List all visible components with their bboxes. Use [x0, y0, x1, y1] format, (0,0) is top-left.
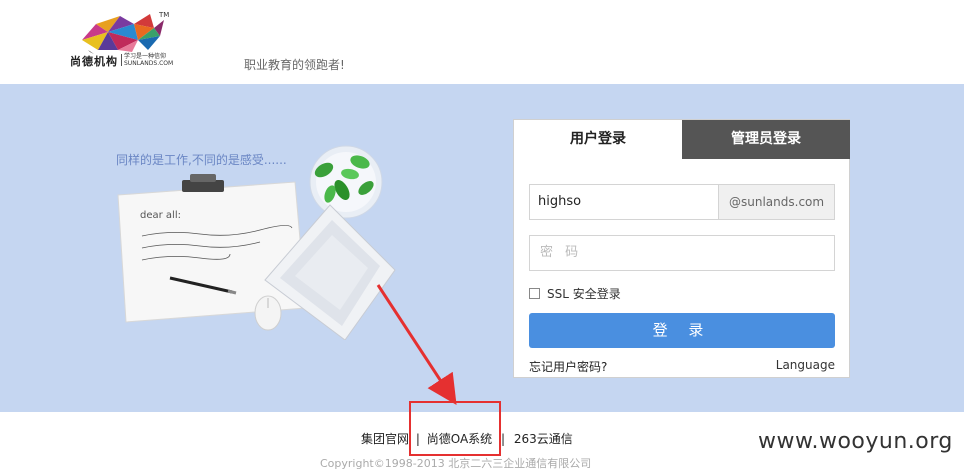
- username-value: highso: [538, 194, 582, 209]
- copyright-text: Copyright©1998-2013 北京二六三企业通信有限公司: [320, 457, 592, 470]
- brand-name: 尚德机构: [70, 55, 118, 68]
- brand-slogan: 学习是一种信仰: [124, 53, 167, 60]
- footer-link-group-site[interactable]: 集团官网: [361, 430, 409, 447]
- footer-links: 集团官网 | 尚德OA系统 | 263云通信: [361, 430, 573, 447]
- tab-admin-login[interactable]: 管理员登录: [682, 120, 850, 159]
- footer-separator: |: [415, 432, 420, 446]
- ssl-label: SSL 安全登录: [547, 287, 621, 301]
- brand-domain: SUNLANDS.COM: [124, 60, 174, 67]
- username-field[interactable]: highso @sunlands.com: [529, 184, 835, 220]
- language-link[interactable]: Language: [776, 358, 835, 372]
- note-paper-icon: [117, 174, 307, 323]
- footer-link-263[interactable]: 263云通信: [514, 430, 573, 447]
- login-panel: 用户登录 管理员登录 highso @sunlands.com 密 码 SSL …: [513, 119, 850, 378]
- plant-icon: [309, 145, 383, 219]
- password-field[interactable]: 密 码: [529, 235, 835, 271]
- ssl-checkbox[interactable]: [529, 288, 540, 299]
- forgot-password-link[interactable]: 忘记用户密码?: [529, 358, 607, 375]
- mouse-icon: [254, 295, 282, 331]
- watermark-text: www.wooyun.org: [758, 429, 953, 454]
- desk-illustration: dear all:: [117, 145, 396, 340]
- footer-separator: |: [501, 432, 506, 446]
- password-placeholder: 密 码: [540, 245, 583, 260]
- footer-link-oa-system[interactable]: 尚德OA系统: [427, 430, 492, 447]
- login-button[interactable]: 登 录: [529, 313, 835, 348]
- trademark-label: TM: [159, 11, 170, 19]
- page-header: TM 尚德机构 学习是一种信仰 SUNLANDS.COM 职业教育的领跑者!: [0, 0, 964, 84]
- page-tagline: 职业教育的领跑者!: [244, 58, 345, 72]
- email-domain-suffix: @sunlands.com: [718, 185, 834, 219]
- note-greeting: dear all:: [140, 210, 181, 221]
- brand-divider: [121, 54, 122, 66]
- tab-user-login[interactable]: 用户登录: [514, 120, 682, 159]
- brand-slogan-block: 学习是一种信仰 SUNLANDS.COM: [124, 53, 173, 67]
